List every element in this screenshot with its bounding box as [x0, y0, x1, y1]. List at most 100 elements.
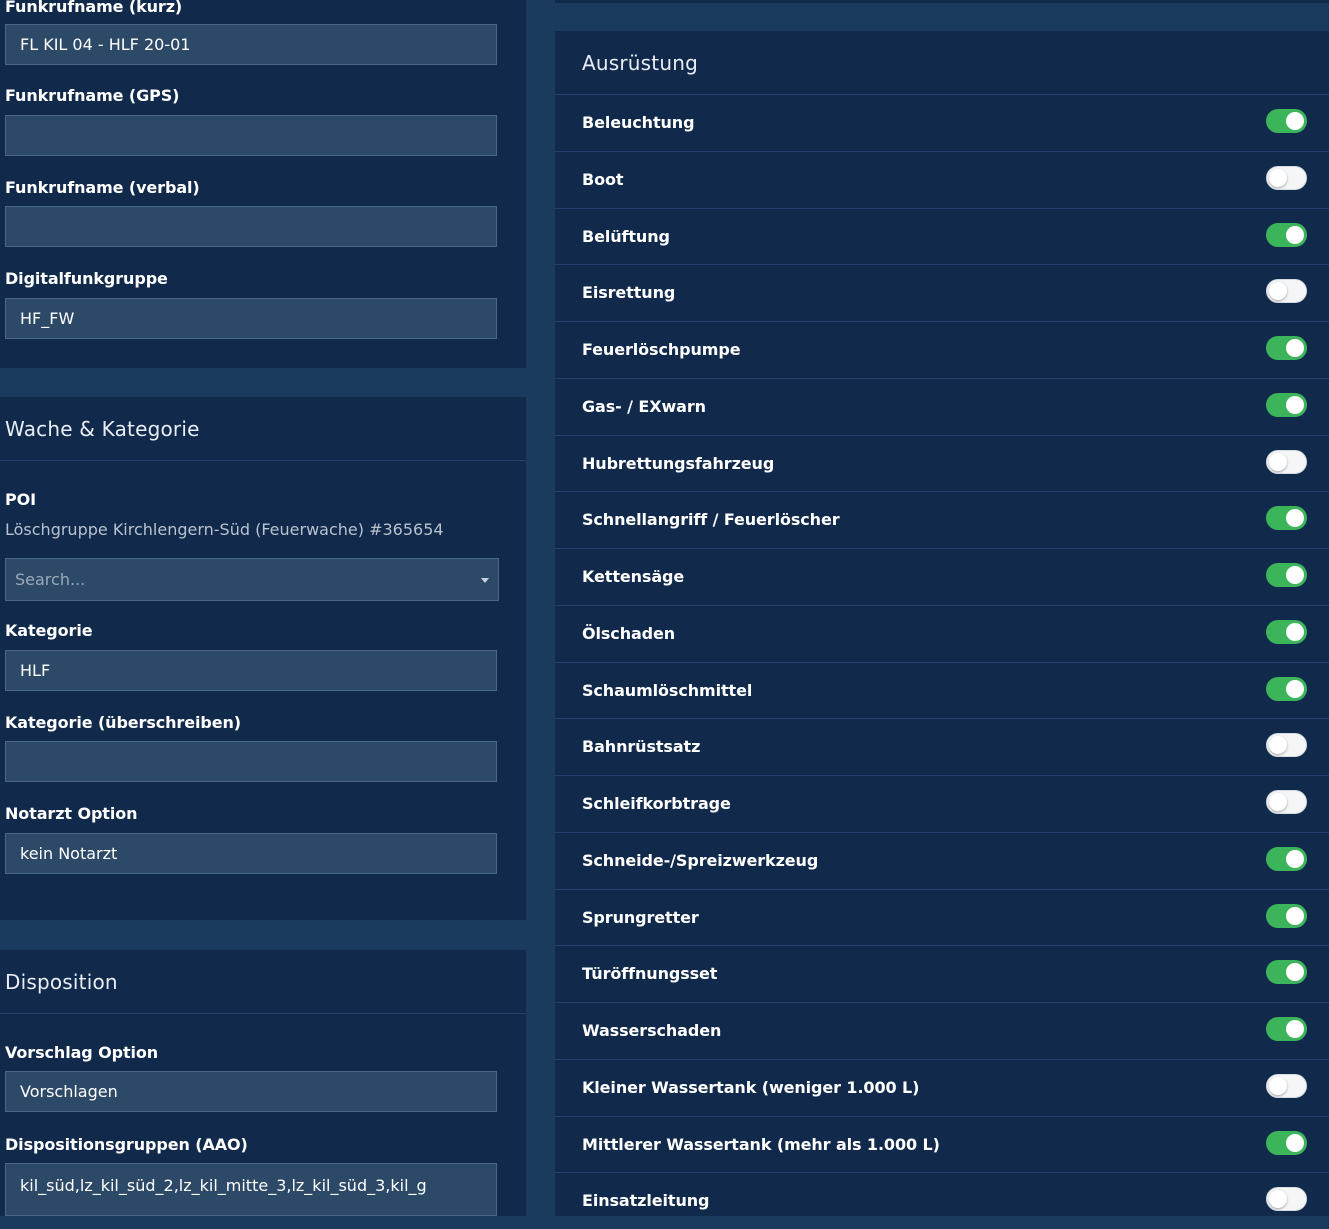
poi-search-placeholder: Search... — [15, 570, 86, 589]
equipment-toggle[interactable] — [1266, 1073, 1307, 1098]
toggle-knob — [1286, 1020, 1304, 1038]
equipment-label: Boot — [582, 169, 624, 189]
equipment-label: Schneide-/Spreizwerkzeug — [582, 850, 819, 870]
equipment-row: Boot — [555, 150, 1329, 208]
equipment-label: Sprungretter — [582, 907, 699, 927]
category-label: Kategorie — [5, 621, 93, 640]
equipment-row: Schneide-/Spreizwerkzeug — [555, 831, 1329, 889]
toggle-knob — [1269, 1190, 1287, 1209]
verbal-name-input[interactable] — [5, 206, 497, 247]
equipment-label: Wasserschaden — [582, 1021, 722, 1040]
station-divider — [0, 460, 526, 461]
toggle-knob — [1286, 509, 1304, 528]
equipment-label: Mittlerer Wassertank (mehr als 1.000 L) — [582, 1134, 940, 1154]
proposal-option-select[interactable]: Vorschlagen — [5, 1071, 497, 1112]
toggle-knob — [1286, 849, 1304, 868]
toggle-knob — [1286, 622, 1304, 641]
toggle-knob — [1286, 963, 1304, 982]
disposition-divider — [0, 1013, 526, 1014]
poi-label: POI — [5, 490, 36, 509]
equipment-row: Gas- / EXwarn — [555, 377, 1329, 435]
equipment-toggle[interactable] — [1266, 903, 1307, 928]
category-override-input[interactable] — [5, 741, 497, 782]
short-name-input[interactable]: FL KIL 04 - HLF 20-01 — [5, 24, 497, 65]
equipment-row: Schaumlöschmittel — [555, 661, 1329, 719]
equipment-row: Kettensäge — [555, 548, 1329, 605]
category-input[interactable]: HLF — [5, 650, 497, 691]
equipment-label: Einsatzleitung — [582, 1191, 710, 1211]
chevron-down-icon — [481, 578, 489, 583]
equipment-toggle[interactable] — [1266, 449, 1307, 474]
equipment-row: Bahnrüstsatz — [555, 718, 1329, 775]
equipment-label: Gas- / EXwarn — [582, 396, 706, 416]
toggle-knob — [1269, 282, 1287, 301]
equipment-toggle[interactable] — [1266, 392, 1307, 417]
equipment-row: Hubrettungsfahrzeug — [555, 434, 1329, 492]
equipment-top-strip — [555, 0, 1329, 3]
equipment-toggle[interactable] — [1266, 846, 1307, 871]
short-name-label: Funkrufname (kurz) — [5, 0, 183, 16]
equipment-label: Bahnrüstsatz — [582, 737, 701, 757]
toggle-knob — [1269, 1076, 1287, 1095]
equipment-label: Hubrettungsfahrzeug — [582, 453, 775, 473]
equipment-label: Kleiner Wassertank (weniger 1.000 L) — [582, 1077, 920, 1097]
equipment-row: Sprungretter — [555, 888, 1329, 946]
equipment-row: Wasserschaden — [555, 1002, 1329, 1059]
toggle-knob — [1269, 452, 1287, 471]
category-override-label: Kategorie (überschreiben) — [5, 713, 241, 732]
doctor-option-label: Notarzt Option — [5, 804, 138, 823]
equipment-toggle[interactable] — [1266, 336, 1307, 360]
equipment-label: Schaumlöschmittel — [582, 680, 753, 700]
verbal-name-label: Funkrufname (verbal) — [5, 178, 200, 197]
toggle-knob — [1269, 168, 1287, 187]
doctor-option-select[interactable]: kein Notarzt — [5, 833, 497, 874]
equipment-row: Ölschaden — [555, 604, 1329, 662]
equipment-toggle[interactable] — [1266, 1130, 1307, 1155]
toggle-knob — [1286, 566, 1304, 584]
equipment-row: Eisrettung — [555, 264, 1329, 321]
equipment-label: Feuerlöschpumpe — [582, 340, 741, 359]
toggle-knob — [1286, 679, 1304, 698]
equipment-label: Ölschaden — [582, 623, 676, 643]
toggle-knob — [1286, 395, 1304, 414]
groups-label: Dispositionsgruppen (AAO) — [5, 1135, 248, 1154]
equipment-toggle[interactable] — [1266, 279, 1307, 304]
equipment-label: Türöffnungsset — [582, 964, 718, 984]
equipment-row: Beleuchtung — [555, 94, 1329, 151]
equipment-row: Türöffnungsset — [555, 945, 1329, 1002]
equipment-toggle[interactable] — [1266, 676, 1307, 701]
equipment-toggle[interactable] — [1266, 619, 1307, 644]
equipment-toggle[interactable] — [1266, 165, 1307, 190]
equipment-toggle[interactable] — [1266, 109, 1307, 133]
equipment-toggle[interactable] — [1266, 790, 1307, 814]
equipment-label: Eisrettung — [582, 283, 676, 303]
equipment-toggle[interactable] — [1266, 960, 1307, 985]
toggle-knob — [1286, 225, 1304, 244]
equipment-toggle[interactable] — [1266, 222, 1307, 247]
equipment-list: Beleuchtung Boot Belüftung Eisrettung Feuerl… — [555, 94, 1329, 1229]
equipment-toggle[interactable] — [1266, 1017, 1307, 1041]
poi-value: Löschgruppe Kirchlengern-Süd (Feuerwache… — [5, 520, 444, 539]
equipment-title: Ausrüstung — [582, 51, 698, 75]
digital-group-input[interactable]: HF_FW — [5, 298, 497, 339]
equipment-toggle[interactable] — [1266, 563, 1307, 587]
equipment-row: Feuerlöschpumpe — [555, 321, 1329, 378]
equipment-row: Mittlerer Wassertank (mehr als 1.000 L) — [555, 1115, 1329, 1173]
toggle-knob — [1286, 112, 1304, 130]
toggle-knob — [1286, 339, 1304, 357]
groups-input[interactable]: kil_süd,lz_kil_süd_2,lz_kil_mitte_3,lz_k… — [5, 1163, 497, 1216]
toggle-knob — [1286, 906, 1304, 925]
equipment-label: Schleifkorbtrage — [582, 794, 731, 813]
poi-search-select[interactable]: Search... — [5, 558, 499, 601]
radio-names-panel: Funkrufname (kurz) FL KIL 04 - HLF 20-01… — [0, 0, 526, 368]
equipment-label: Kettensäge — [582, 567, 685, 586]
gps-name-input[interactable] — [5, 115, 497, 156]
toggle-knob — [1269, 793, 1287, 811]
equipment-toggle[interactable] — [1266, 506, 1307, 531]
equipment-toggle[interactable] — [1266, 1187, 1307, 1212]
equipment-toggle[interactable] — [1266, 733, 1307, 758]
proposal-option-label: Vorschlag Option — [5, 1043, 159, 1062]
toggle-knob — [1286, 1133, 1304, 1152]
equipment-row: Schleifkorbtrage — [555, 775, 1329, 832]
disposition-title: Disposition — [5, 970, 118, 994]
